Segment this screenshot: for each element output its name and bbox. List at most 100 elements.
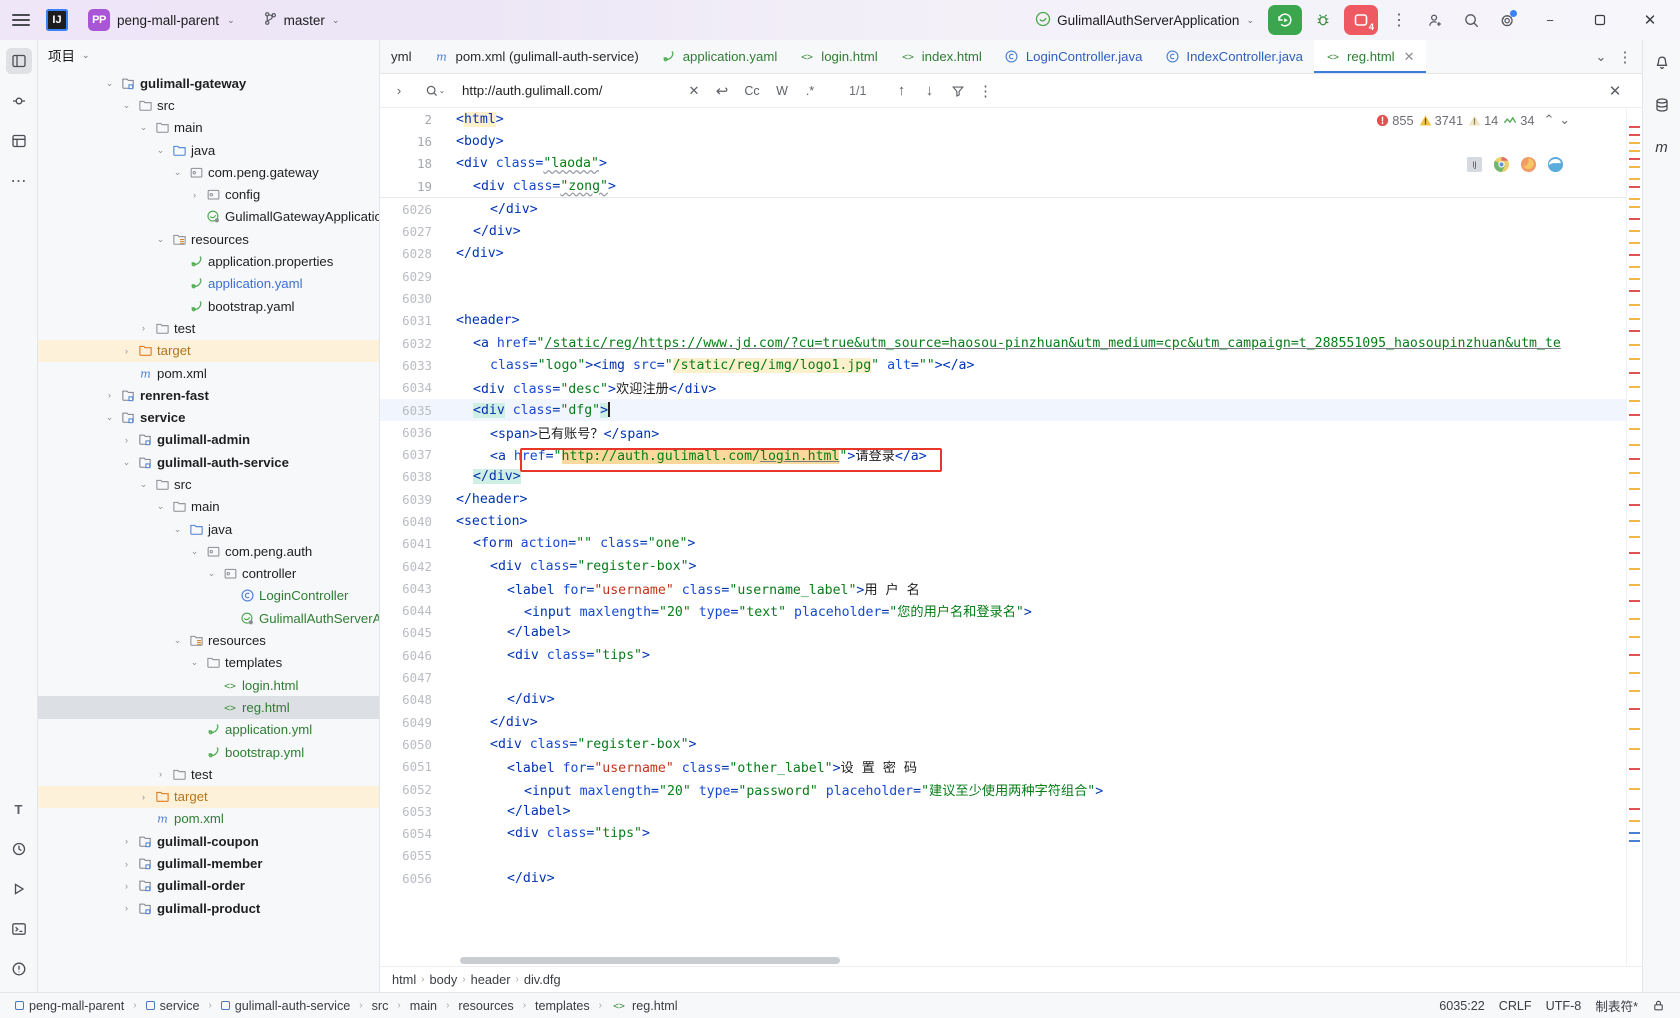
gear-icon[interactable] <box>1492 5 1522 35</box>
marker-stripe[interactable] <box>1629 840 1640 842</box>
code-lines-container[interactable]: 2 <html> 16 <body> 18 <div class="laoda"> 19 <d… <box>380 108 1626 966</box>
tree-item-config[interactable]: › config <box>38 183 379 205</box>
regex-toggle[interactable]: .* <box>799 80 821 102</box>
words-toggle[interactable]: W <box>771 80 793 102</box>
tree-item-gulimall-member[interactable]: › gulimall-member <box>38 852 379 874</box>
code-line[interactable]: 6041 <form action="" class="one"> <box>380 533 1626 555</box>
chevron-down-icon[interactable]: ⌄ <box>171 524 184 535</box>
marker-stripe[interactable] <box>1629 636 1640 638</box>
tree-item-main[interactable]: ⌄ main <box>38 117 379 139</box>
marker-stripe[interactable] <box>1629 428 1640 430</box>
tree-item-bootstrap-yml[interactable]: bootstrap.yml <box>38 741 379 763</box>
tree-item-src[interactable]: ⌄ src <box>38 94 379 116</box>
marker-stripe[interactable] <box>1629 400 1640 402</box>
marker-stripe[interactable] <box>1629 158 1640 160</box>
marker-stripe[interactable] <box>1629 672 1640 674</box>
filter-icon[interactable] <box>947 80 969 102</box>
editor-tab-application-yaml[interactable]: application.yaml <box>650 40 789 73</box>
commit-tool-icon[interactable] <box>6 88 32 114</box>
code-text[interactable]: 2 <html> 16 <body> 18 <div class="laoda"> 19 <d… <box>380 108 1626 966</box>
code-line[interactable]: 6054 <div class="tips"> <box>380 823 1626 845</box>
marker-stripe[interactable] <box>1629 458 1640 460</box>
code-line[interactable]: 6030 <box>380 287 1626 309</box>
tree-item-pom-xml[interactable]: m pom.xml <box>38 808 379 830</box>
marker-stripe[interactable] <box>1629 654 1640 656</box>
code-line[interactable]: 6028 </div> <box>380 243 1626 265</box>
breadcrumb-item[interactable]: html <box>392 972 416 987</box>
tree-item-application-yml[interactable]: application.yml <box>38 719 379 741</box>
git-branch-selector[interactable]: master ⌄ <box>255 8 348 32</box>
chevron-right-icon[interactable]: › <box>120 903 133 913</box>
breadcrumb-item[interactable]: body <box>430 972 458 987</box>
status-path-item[interactable]: peng-mall-parent <box>10 997 129 1015</box>
marker-stripe[interactable] <box>1629 536 1640 538</box>
status-path-item[interactable]: main <box>405 997 442 1015</box>
chevron-down-icon[interactable]: ⌄ <box>103 78 116 89</box>
code-line[interactable]: 6050 <div class="register-box"> <box>380 733 1626 755</box>
chevron-down-icon[interactable]: ⌄ <box>103 412 116 423</box>
code-line[interactable]: 6043 <label for="username" class="usernam… <box>380 577 1626 599</box>
code-line[interactable]: 6049 </div> <box>380 711 1626 733</box>
marker-stripe[interactable] <box>1629 142 1640 144</box>
code-line[interactable]: 6052 <input maxlength="20" type="password… <box>380 778 1626 800</box>
code-line[interactable]: 6031 <header> <box>380 310 1626 332</box>
project-tool-icon[interactable] <box>5 48 32 74</box>
code-line[interactable]: 6036 <span>已有账号？</span> <box>380 421 1626 443</box>
marker-stripe[interactable] <box>1629 690 1640 692</box>
minimize-window-button[interactable]: − <box>1528 0 1572 40</box>
find-more-icon[interactable]: ⋮ <box>975 80 997 102</box>
line-separator[interactable]: CRLF <box>1494 997 1537 1015</box>
find-input[interactable]: http://auth.gulimall.com/ <box>462 83 677 98</box>
chevron-down-icon[interactable]: ⌄ <box>120 457 133 468</box>
tree-item-application-properties[interactable]: application.properties <box>38 250 379 272</box>
marker-stripe[interactable] <box>1629 584 1640 586</box>
marker-stripe[interactable] <box>1629 618 1640 620</box>
marker-stripe[interactable] <box>1629 290 1640 292</box>
tree-item-controller[interactable]: ⌄ controller <box>38 563 379 585</box>
tree-item-com-peng-auth[interactable]: ⌄ com.peng.auth <box>38 540 379 562</box>
database-icon[interactable] <box>1649 92 1675 118</box>
chevron-right-icon[interactable]: › <box>154 769 167 779</box>
marker-stripe[interactable] <box>1629 330 1640 332</box>
marker-stripe[interactable] <box>1629 444 1640 446</box>
marker-stripe[interactable] <box>1629 198 1640 200</box>
edge-icon[interactable] <box>1547 156 1564 176</box>
code-line[interactable]: 6034 <div class="desc">欢迎注册</div> <box>380 377 1626 399</box>
tree-item-renren-fast[interactable]: › renren-fast <box>38 384 379 406</box>
project-tree[interactable]: ⌄ gulimall-gateway ⌄ src ⌄ main ⌄ java ⌄ com.peng… <box>38 70 379 992</box>
marker-stripe[interactable] <box>1629 520 1640 522</box>
marker-stripe[interactable] <box>1629 242 1640 244</box>
chrome-icon[interactable] <box>1493 156 1510 176</box>
chevron-down-icon[interactable]: ⌄ <box>137 479 150 490</box>
chevron-down-icon[interactable]: ⌄ <box>154 501 167 512</box>
find-clear-icon[interactable]: ✕ <box>683 80 705 102</box>
code-line[interactable]: 6045 </label> <box>380 622 1626 644</box>
breadcrumb[interactable]: html › body › header › div.dfg <box>380 966 1642 992</box>
code-line[interactable]: 6033 class="logo"><img src="/static/reg/i… <box>380 354 1626 376</box>
status-path-item[interactable]: templates <box>530 997 595 1015</box>
code-line[interactable]: 6056 </div> <box>380 867 1626 889</box>
structure-tool-icon[interactable] <box>6 128 32 154</box>
tree-item-application-yaml[interactable]: application.yaml <box>38 273 379 295</box>
marker-stripe[interactable] <box>1629 488 1640 490</box>
stop-process-button[interactable]: 4 <box>1344 5 1378 35</box>
chevron-right-icon[interactable]: › <box>120 881 133 891</box>
tree-item-src[interactable]: ⌄ src <box>38 473 379 495</box>
browser-preview-row[interactable]: IJ <box>1466 156 1564 176</box>
code-line[interactable]: 6037 <a href="http://auth.gulimall.com/lo… <box>380 443 1626 465</box>
marker-stripe[interactable] <box>1629 230 1640 232</box>
tree-item-gulimall-coupon[interactable]: › gulimall-coupon <box>38 830 379 852</box>
marker-stripe[interactable] <box>1629 166 1640 168</box>
code-line[interactable]: 6026 </div> <box>380 198 1626 220</box>
tab-more-icon[interactable]: ⋮ <box>1614 46 1636 68</box>
status-bar-path[interactable]: peng-mall-parent › service › gulimall-auth-s… <box>10 996 683 1016</box>
code-editor[interactable]: 2 <html> 16 <body> 18 <div class="laoda"> 19 <d… <box>380 108 1642 966</box>
tree-item-java[interactable]: ⌄ java <box>38 139 379 161</box>
tree-item-logincontroller[interactable]: LoginController <box>38 585 379 607</box>
tree-item-gulimall-order[interactable]: › gulimall-order <box>38 875 379 897</box>
editor-horizontal-scrollbar[interactable] <box>460 957 840 964</box>
status-path-item[interactable]: gulimall-auth-service <box>216 997 355 1015</box>
notifications-icon[interactable] <box>1649 50 1675 76</box>
chevron-right-icon[interactable]: › <box>120 859 133 869</box>
tree-item-gulimall-admin[interactable]: › gulimall-admin <box>38 429 379 451</box>
